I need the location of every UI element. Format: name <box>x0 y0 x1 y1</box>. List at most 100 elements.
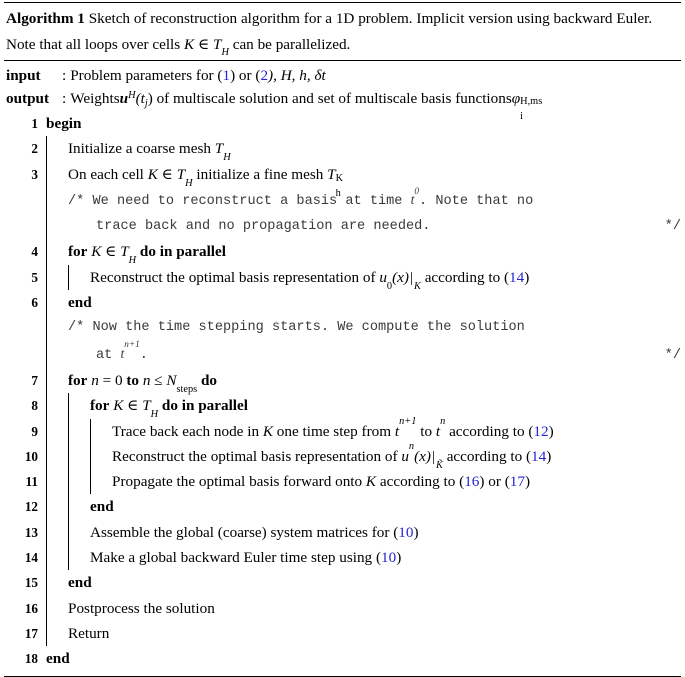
algorithm-caption: Algorithm 1 Sketch of reconstruction alg… <box>4 3 681 59</box>
caption-K: K <box>184 35 195 53</box>
u0-arg: (x) <box>392 268 409 286</box>
keyword-end: end <box>90 498 114 516</box>
indent-guide <box>44 367 66 394</box>
line-9-acc: according to ( <box>445 422 534 440</box>
equation-ref-10[interactable]: 10 <box>381 549 396 566</box>
line-4: 4 for K ∈ TH do in parallel <box>4 239 681 267</box>
indent-guide <box>44 290 66 316</box>
line-9-text-a: Trace back each node in <box>112 422 263 440</box>
line-10: 10 Reconstruct the optimal basis represe… <box>4 441 681 471</box>
indent-guide <box>44 620 66 647</box>
keyword-begin: begin <box>46 115 82 132</box>
mesh-TH: TH <box>120 243 137 267</box>
equation-ref-10[interactable]: 10 <box>398 524 413 541</box>
comment-2-dot: . <box>139 347 148 363</box>
input-text-b: ) or ( <box>230 67 261 84</box>
keyword-for: for <box>90 397 110 415</box>
indent-guide <box>44 494 66 521</box>
output-tj: (t <box>135 90 145 107</box>
comment-2-close: */ <box>664 347 681 363</box>
bottom-rule <box>4 675 681 677</box>
line-number: 3 <box>31 166 38 182</box>
output-text-a: Weights <box>70 90 120 107</box>
indent-guide <box>44 418 66 445</box>
line-17: 17 Return <box>4 620 681 647</box>
algorithm-float: Algorithm 1 Sketch of reconstruction alg… <box>0 2 685 677</box>
line-number: 1 <box>31 116 38 131</box>
equation-ref-14[interactable]: 14 <box>509 269 524 286</box>
mesh-TH: TH <box>214 140 231 164</box>
line-9: 9 Trace back each node in K one time ste… <box>4 416 681 445</box>
indent-guide <box>88 469 110 495</box>
output-u: u <box>119 90 129 107</box>
line-2: 2 Initialize a coarse mesh TH <box>4 136 681 164</box>
line-number: 9 <box>31 423 38 439</box>
line-number: 13 <box>24 524 38 540</box>
line-8: 8 for K ∈ TH do in parallel <box>4 393 681 420</box>
indent-guide <box>44 186 66 215</box>
line-13-text: Assemble the global (coarse) system matr… <box>90 523 399 541</box>
comment-2-t-superscript: n+1 <box>124 339 140 350</box>
cell-K: K <box>147 165 158 183</box>
line-number: 16 <box>24 600 38 616</box>
equation-ref-12[interactable]: 12 <box>533 423 548 440</box>
un-superscript: n <box>408 441 415 453</box>
line-7: 7 for n = 0 to n ≤ Nsteps do <box>4 367 681 395</box>
io-block: input : Problem parameters for (1) or (2… <box>4 61 681 122</box>
line-number: 18 <box>24 651 38 667</box>
loop-var-K: K <box>91 243 102 261</box>
comment-1-close: */ <box>664 219 681 235</box>
N-steps: N <box>166 371 177 389</box>
equation-ref-14[interactable]: 14 <box>531 448 546 465</box>
output-phi: φ <box>511 90 521 107</box>
line-9-text-b: one time step from <box>272 422 395 440</box>
line-9-to: to <box>416 422 436 440</box>
line-number: 7 <box>31 372 38 388</box>
line-16: 16 Postprocess the solution <box>4 595 681 622</box>
line-11: 11 Propagate the optimal basis forward o… <box>4 469 681 495</box>
algorithm-body: 1 begin 2 Initialize a coarse mesh TH 3 … <box>4 111 681 672</box>
line-number: 15 <box>24 575 38 591</box>
line-number: 14 <box>24 550 38 566</box>
line-14-text: Make a global backward Euler time step u… <box>90 549 382 567</box>
keyword-to: to <box>126 371 140 389</box>
time-superscript-np1: n+1 <box>399 416 417 428</box>
output-label: output <box>6 90 50 107</box>
indent-guide <box>44 315 66 341</box>
loop-var-n2: n <box>142 371 151 389</box>
input-separator: : <box>62 67 67 84</box>
loop-var-K: K <box>113 397 124 415</box>
line-10-text-a: Reconstruct the optimal basis representa… <box>112 447 402 465</box>
le-symbol: ≤ <box>154 371 163 389</box>
algorithm-label: Algorithm 1 <box>6 10 85 27</box>
loop-var-n: n <box>91 371 99 389</box>
comment-1-text-a: /* We need to reconstruct a basis at tim… <box>68 193 411 209</box>
line-11-or: ) or ( <box>479 473 510 491</box>
indent-guide <box>66 418 88 445</box>
input-ref-1[interactable]: 1 <box>222 64 230 87</box>
equation-ref-16[interactable]: 16 <box>464 473 479 490</box>
indent-guide <box>44 214 66 240</box>
indent-guide <box>44 340 66 369</box>
comment-block-2-line-2: at tn+1. */ <box>4 339 681 369</box>
line-6: 6 end <box>4 290 681 316</box>
indent-guide <box>66 443 88 470</box>
input-text-c: ), H, h, δt <box>268 67 326 84</box>
line-5-text: Reconstruct the optimal basis representa… <box>90 268 380 286</box>
keyword-for: for <box>68 371 88 389</box>
line-5: 5 Reconstruct the optimal basis represen… <box>4 264 681 291</box>
caption-in-symbol: ∈ <box>197 35 210 53</box>
input-ref-2[interactable]: 2 <box>260 64 268 87</box>
comment-1-t-superscript: 0 <box>414 185 420 196</box>
output-row: output : Weights u H (t j) of multiscale so… <box>6 87 679 122</box>
input-row: input : Problem parameters for (1) or (2… <box>6 64 679 87</box>
line-17-text: Return <box>68 624 110 642</box>
output-text-b: ) of multiscale solution and set of mult… <box>147 90 512 107</box>
equation-ref-17[interactable]: 17 <box>510 473 525 490</box>
indent-guide <box>44 570 66 596</box>
line-15: 15 end <box>4 570 681 596</box>
indent-guide <box>44 443 66 470</box>
indent-guide <box>66 469 88 495</box>
comment-block-1-line-2: trace back and no propagation are needed… <box>4 214 681 240</box>
line-5-acc: according to ( <box>420 268 510 286</box>
